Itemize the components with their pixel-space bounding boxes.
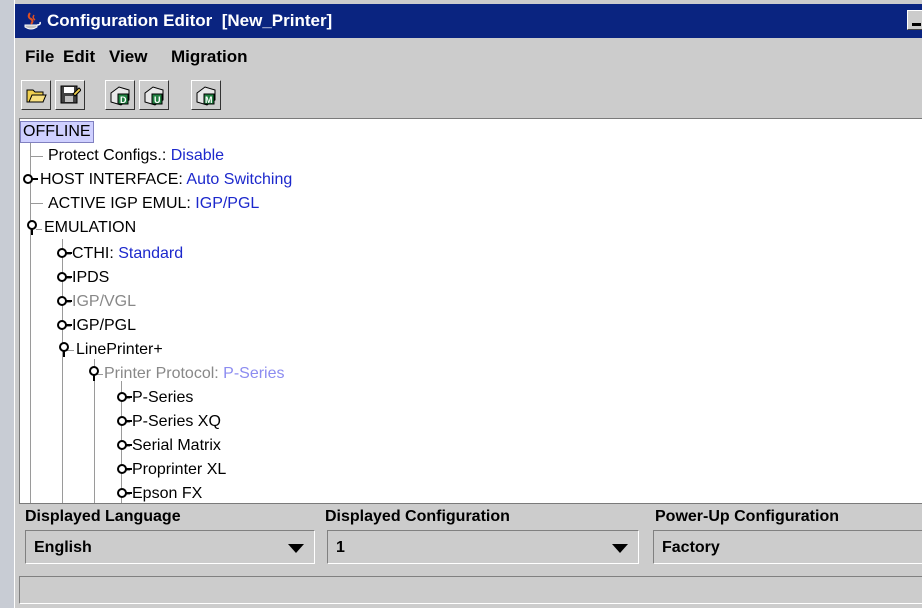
status-bar	[19, 576, 922, 604]
collapsed-handle-icon[interactable]	[56, 317, 72, 333]
tree-item-proprinter-xl[interactable]: Proprinter XL	[132, 459, 226, 481]
node-label: Protect Configs.:	[48, 147, 171, 164]
toolbar: D U M	[15, 74, 922, 118]
open-folder-icon	[26, 89, 47, 103]
displayed-language-label: Displayed Language	[25, 508, 181, 525]
configuration-editor-window: Configuration Editor [New_Printer] File …	[14, 0, 922, 608]
migrate-button[interactable]: M	[191, 80, 221, 110]
dropdown-arrow-icon[interactable]	[612, 544, 628, 553]
collapsed-handle-icon[interactable]	[116, 437, 132, 453]
upload-u-icon: U	[144, 86, 164, 106]
collapsed-handle-icon[interactable]	[116, 461, 132, 477]
menu-bar: File Edit View Migration	[15, 40, 922, 70]
displayed-configuration-label: Displayed Configuration	[325, 508, 510, 525]
language-value: English	[34, 539, 92, 556]
node-label: ACTIVE IGP EMUL:	[48, 195, 196, 212]
save-button[interactable]	[55, 80, 85, 110]
node-label: CTHI:	[72, 245, 119, 262]
collapsed-handle-icon[interactable]	[116, 413, 132, 429]
node-value: Standard	[118, 245, 184, 262]
power-up-value: Factory	[662, 539, 720, 556]
collapsed-handle-icon[interactable]	[56, 293, 72, 309]
node-value: P-Series	[223, 365, 285, 382]
tree-item-host-interface[interactable]: HOST INTERFACE: Auto Switching	[40, 169, 292, 191]
collapsed-handle-icon[interactable]	[22, 171, 38, 187]
language-combo[interactable]: English	[25, 530, 315, 564]
download-d-icon: D	[110, 86, 130, 106]
collapsed-handle-icon[interactable]	[116, 485, 132, 501]
tree-root-offline[interactable]: OFFLINE	[20, 121, 94, 143]
tree-item-protect-configs[interactable]: Protect Configs.: Disable	[48, 145, 224, 167]
tree-item-serial-matrix[interactable]: Serial Matrix	[132, 435, 221, 457]
expanded-handle-icon[interactable]	[24, 219, 40, 235]
tree-item-igp-pgl[interactable]: IGP/PGL	[72, 315, 136, 337]
configuration-tree[interactable]: OFFLINE Protect Configs.: Disable HOST I…	[19, 118, 922, 504]
tree-item-igp-vgl[interactable]: IGP/VGL	[72, 291, 136, 313]
minimize-button[interactable]	[907, 10, 922, 30]
tree-item-epson-fx[interactable]: Epson FX	[132, 483, 202, 503]
node-value: Disable	[170, 147, 225, 164]
power-up-configuration-label: Power-Up Configuration	[655, 508, 839, 525]
svg-text:M: M	[205, 95, 213, 105]
java-cup-icon	[24, 12, 41, 30]
node-value: IGP/PGL	[195, 195, 260, 212]
tree-item-emulation[interactable]: EMULATION	[44, 217, 136, 239]
save-icon	[60, 85, 81, 104]
download-button[interactable]: D	[105, 80, 135, 110]
tree-item-printer-protocol[interactable]: Printer Protocol: P-Series	[104, 363, 285, 385]
tree-item-active-igp-emul[interactable]: ACTIVE IGP EMUL: IGP/PGL	[48, 193, 259, 215]
window-title: Configuration Editor [New_Printer]	[47, 11, 333, 30]
menu-migration[interactable]: Migration	[171, 47, 248, 67]
migrate-m-icon: M	[196, 86, 216, 106]
tree-item-p-series-xq[interactable]: P-Series XQ	[132, 411, 221, 433]
node-label: HOST INTERFACE:	[40, 171, 187, 188]
power-up-combo[interactable]: Factory	[653, 530, 922, 564]
expanded-handle-icon[interactable]	[86, 365, 102, 381]
tree-item-p-series[interactable]: P-Series	[132, 387, 193, 409]
svg-text:D: D	[120, 95, 127, 105]
menu-file[interactable]: File	[25, 47, 54, 67]
collapsed-handle-icon[interactable]	[56, 245, 72, 261]
menu-view[interactable]: View	[109, 47, 147, 67]
configuration-combo[interactable]: 1	[327, 530, 639, 564]
collapsed-handle-icon[interactable]	[116, 389, 132, 405]
node-value: Auto Switching	[186, 171, 293, 188]
upload-button[interactable]: U	[139, 80, 169, 110]
tree-item-lineprinter[interactable]: LinePrinter+	[76, 339, 163, 361]
node-label: Printer Protocol:	[104, 365, 224, 382]
configuration-value: 1	[336, 539, 345, 556]
tree-item-ipds[interactable]: IPDS	[72, 267, 109, 289]
collapsed-handle-icon[interactable]	[56, 269, 72, 285]
tree-item-cthi[interactable]: CTHI: Standard	[72, 243, 183, 265]
svg-text:U: U	[154, 95, 161, 105]
open-button[interactable]	[21, 80, 51, 110]
title-bar[interactable]: Configuration Editor [New_Printer]	[15, 4, 922, 38]
dropdown-arrow-icon[interactable]	[288, 544, 304, 553]
expanded-handle-icon[interactable]	[56, 341, 72, 357]
menu-edit[interactable]: Edit	[63, 47, 95, 67]
